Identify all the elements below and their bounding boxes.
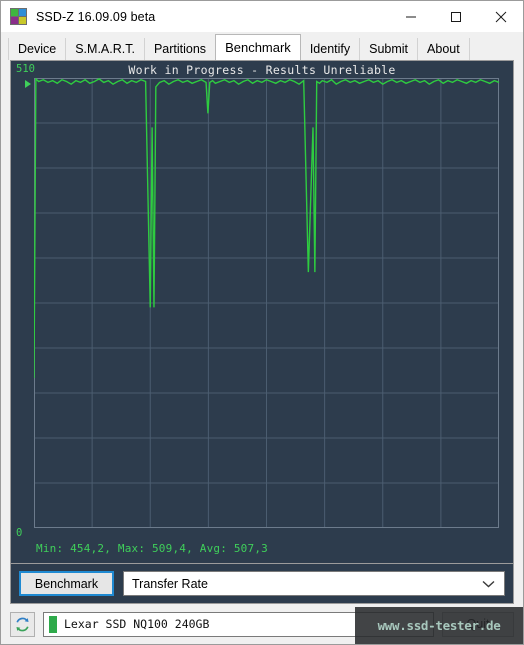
tab-submit[interactable]: Submit (359, 38, 419, 60)
y-axis-min-label: 0 (16, 527, 23, 539)
run-benchmark-button[interactable]: Benchmark (19, 571, 114, 596)
device-name-field[interactable]: Lexar SSD NQ100 240GB (43, 611, 434, 637)
title-bar: SSD-Z 16.09.09 beta (1, 1, 523, 32)
close-icon[interactable] (478, 1, 523, 32)
window-title: SSD-Z 16.09.09 beta (36, 9, 156, 24)
y-axis-max-label: 510 (16, 63, 35, 75)
window-controls (388, 1, 523, 32)
application-window: SSD-Z 16.09.09 beta Device S.M.A.R.T. Pa… (0, 0, 524, 645)
play-marker-icon (25, 80, 31, 88)
transfer-rate-chart (34, 78, 499, 528)
refresh-icon[interactable] (10, 611, 35, 637)
tab-bar: Device S.M.A.R.T. Partitions Benchmark I… (1, 32, 523, 60)
chart-canvas (34, 78, 499, 528)
tab-identify[interactable]: Identify (299, 38, 361, 60)
tab-smart[interactable]: S.M.A.R.T. (65, 38, 145, 60)
benchmark-stats: Min: 454,2, Max: 509,4, Avg: 507,3 (36, 542, 268, 555)
benchmark-mode-value: Transfer Rate (132, 576, 208, 591)
tab-partitions[interactable]: Partitions (143, 38, 217, 60)
minimize-icon[interactable] (388, 1, 433, 32)
device-name-label: Lexar SSD NQ100 240GB (64, 617, 210, 631)
tab-about[interactable]: About (417, 38, 470, 60)
benchmark-controls: Benchmark Transfer Rate (10, 564, 514, 604)
chevron-down-icon (482, 577, 495, 591)
maximize-icon[interactable] (433, 1, 478, 32)
benchmark-mode-select[interactable]: Transfer Rate (123, 571, 505, 596)
health-bar-icon (49, 615, 57, 633)
app-logo-icon (10, 8, 27, 25)
tab-benchmark[interactable]: Benchmark (215, 34, 301, 60)
benchmark-panel: Work in Progress - Results Unreliable 51… (10, 60, 514, 564)
chart-gridlines (34, 78, 499, 528)
status-bar: Lexar SSD NQ100 240GB Quit www.ssd-teste… (1, 604, 523, 644)
tab-device[interactable]: Device (8, 38, 67, 60)
quit-button[interactable]: Quit (442, 611, 514, 637)
graph-title: Work in Progress - Results Unreliable (128, 63, 396, 77)
